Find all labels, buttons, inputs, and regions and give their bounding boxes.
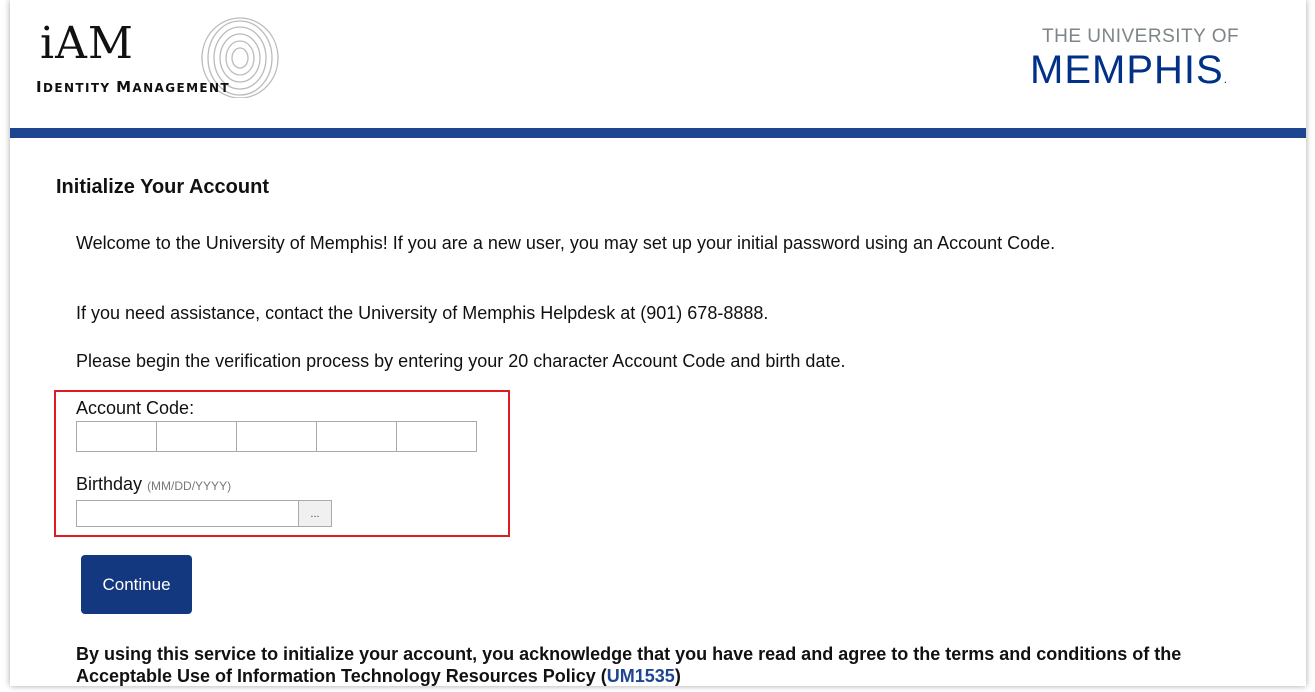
terms-notice: By using this service to initialize your…: [76, 644, 1182, 686]
birthday-label: Birthday (MM/DD/YYYY): [76, 474, 232, 494]
instructions-text: Please begin the verification process by…: [76, 351, 846, 371]
page-header: iAM IDENTITY MANAGEMENT THE UNIVERSITY O…: [10, 0, 1306, 128]
verification-form: Account Code: Birthday (MM/DD/YYYY) ...: [54, 390, 510, 537]
account-code-field-2[interactable]: [156, 421, 237, 452]
page-frame: iAM IDENTITY MANAGEMENT THE UNIVERSITY O…: [10, 0, 1306, 686]
university-logo: THE UNIVERSITY OF MEMPHIS.: [1030, 26, 1260, 96]
account-code-label: Account Code:: [76, 398, 195, 418]
university-logo-line1: THE UNIVERSITY OF: [1042, 26, 1240, 47]
assistance-text: If you need assistance, contact the Univ…: [76, 303, 769, 323]
account-code-field-5[interactable]: [396, 421, 477, 452]
account-code-field-1[interactable]: [76, 421, 157, 452]
main-content: Initialize Your Account Welcome to the U…: [10, 138, 1306, 686]
welcome-text: Welcome to the University of Memphis! If…: [76, 233, 1056, 253]
account-code-field-4[interactable]: [316, 421, 397, 452]
continue-button[interactable]: Continue: [81, 555, 192, 614]
iam-logo-text: iAM: [40, 18, 134, 69]
birthday-format-hint: (MM/DD/YYYY): [147, 479, 232, 493]
birthday-input[interactable]: [76, 500, 299, 527]
birthday-row: ...: [76, 500, 332, 527]
date-picker-button[interactable]: ...: [298, 500, 332, 527]
page-title: Initialize Your Account: [56, 176, 269, 198]
iam-logo: iAM IDENTITY MANAGEMENT: [36, 16, 326, 106]
header-accent-bar: [10, 128, 1306, 138]
policy-link[interactable]: UM1535: [607, 666, 675, 686]
university-logo-line2: MEMPHIS.: [1030, 48, 1229, 92]
iam-logo-subtitle: IDENTITY MANAGEMENT: [36, 78, 231, 96]
account-code-field-3[interactable]: [236, 421, 317, 452]
account-code-fields: [76, 421, 477, 452]
